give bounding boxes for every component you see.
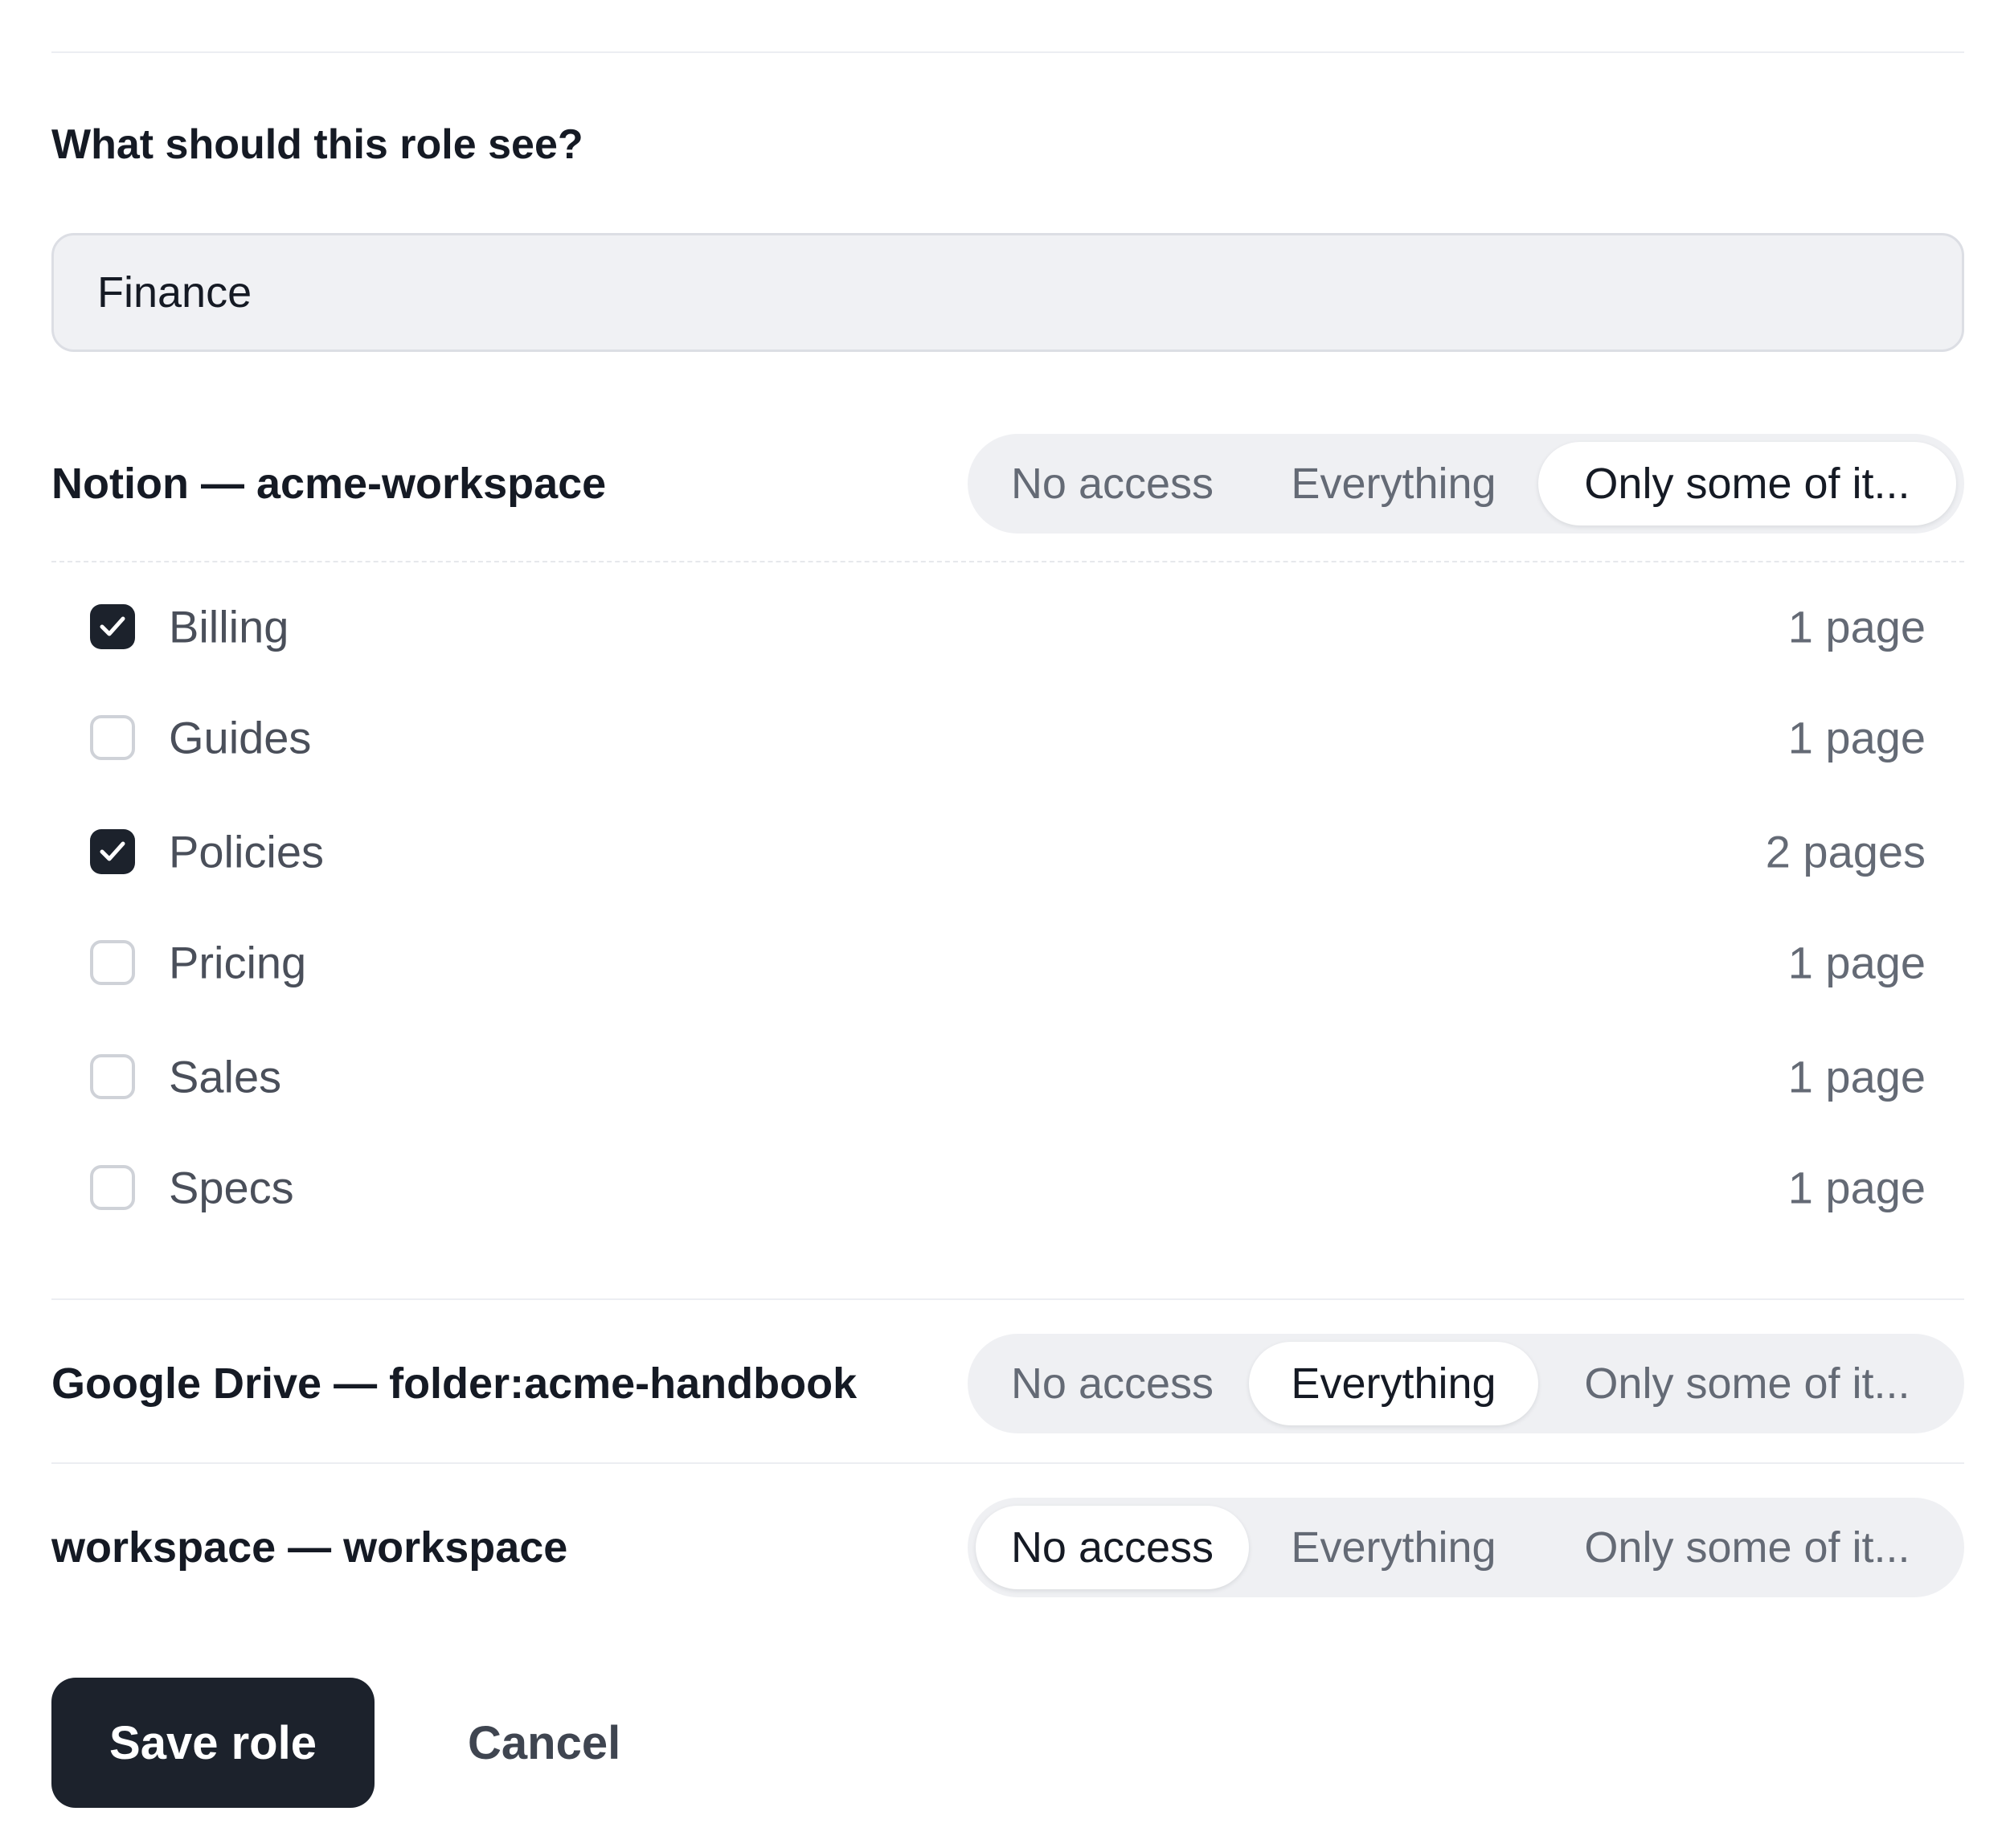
segment-no-access[interactable]: No access bbox=[976, 1506, 1249, 1589]
list-item[interactable]: Policies 2 pages bbox=[90, 812, 1926, 892]
access-segmented-control: No access Everything Only some of it... bbox=[968, 1498, 1964, 1597]
folder-checkbox[interactable] bbox=[90, 940, 135, 985]
source-label: Notion — acme-workspace bbox=[51, 460, 607, 508]
list-item[interactable]: Specs 1 page bbox=[90, 1147, 1926, 1228]
segment-no-access[interactable]: No access bbox=[976, 1342, 1249, 1425]
page-count: 1 page bbox=[1787, 1162, 1926, 1213]
folder-name: Pricing bbox=[169, 937, 307, 988]
source-row-google-drive: Google Drive — folder:acme-handbook No a… bbox=[51, 1334, 1964, 1433]
check-icon bbox=[100, 616, 125, 636]
folder-checkbox[interactable] bbox=[90, 1054, 135, 1099]
folder-name: Policies bbox=[169, 826, 324, 877]
list-item[interactable]: Pricing 1 page bbox=[90, 922, 1926, 1003]
source-row-workspace: workspace — workspace No access Everythi… bbox=[51, 1498, 1964, 1597]
segment-only-some[interactable]: Only some of it... bbox=[1538, 442, 1956, 525]
access-segmented-control: No access Everything Only some of it... bbox=[968, 1334, 1964, 1433]
page-count: 1 page bbox=[1787, 1051, 1926, 1102]
folder-checkbox[interactable] bbox=[90, 715, 135, 760]
folder-checkbox[interactable] bbox=[90, 1165, 135, 1210]
segment-only-some[interactable]: Only some of it... bbox=[1538, 1506, 1956, 1589]
top-divider bbox=[51, 51, 1964, 53]
section-question: What should this role see? bbox=[51, 121, 583, 168]
folder-name: Specs bbox=[169, 1162, 294, 1213]
access-segmented-control: No access Everything Only some of it... bbox=[968, 434, 1964, 534]
section-divider bbox=[51, 1462, 1964, 1464]
page-count: 1 page bbox=[1787, 712, 1926, 763]
list-item[interactable]: Billing 1 page bbox=[90, 587, 1926, 667]
folder-name: Sales bbox=[169, 1051, 282, 1102]
folder-name: Guides bbox=[169, 712, 312, 763]
folder-checkbox[interactable] bbox=[90, 604, 135, 649]
page-count: 1 page bbox=[1787, 937, 1926, 988]
list-item[interactable]: Guides 1 page bbox=[90, 697, 1926, 778]
source-row-notion: Notion — acme-workspace No access Everyt… bbox=[51, 434, 1964, 534]
section-divider bbox=[51, 1298, 1964, 1300]
list-item[interactable]: Sales 1 page bbox=[90, 1036, 1926, 1117]
page-count: 2 pages bbox=[1765, 826, 1926, 877]
segment-everything[interactable]: Everything bbox=[1249, 1342, 1538, 1425]
cancel-button[interactable]: Cancel bbox=[434, 1678, 654, 1808]
segment-everything[interactable]: Everything bbox=[1249, 1506, 1538, 1589]
role-editor: What should this role see? Notion — acme… bbox=[0, 0, 2006, 1848]
segment-no-access[interactable]: No access bbox=[976, 442, 1249, 525]
folder-checkbox[interactable] bbox=[90, 829, 135, 874]
check-icon bbox=[100, 841, 125, 861]
segment-only-some[interactable]: Only some of it... bbox=[1538, 1342, 1956, 1425]
role-name-input[interactable] bbox=[51, 233, 1964, 352]
source-label: workspace — workspace bbox=[51, 1523, 568, 1572]
folder-name: Billing bbox=[169, 601, 289, 652]
segment-everything[interactable]: Everything bbox=[1249, 442, 1538, 525]
dashed-divider bbox=[51, 561, 1964, 562]
source-label: Google Drive — folder:acme-handbook bbox=[51, 1359, 858, 1408]
page-count: 1 page bbox=[1787, 601, 1926, 652]
save-role-button[interactable]: Save role bbox=[51, 1678, 375, 1808]
